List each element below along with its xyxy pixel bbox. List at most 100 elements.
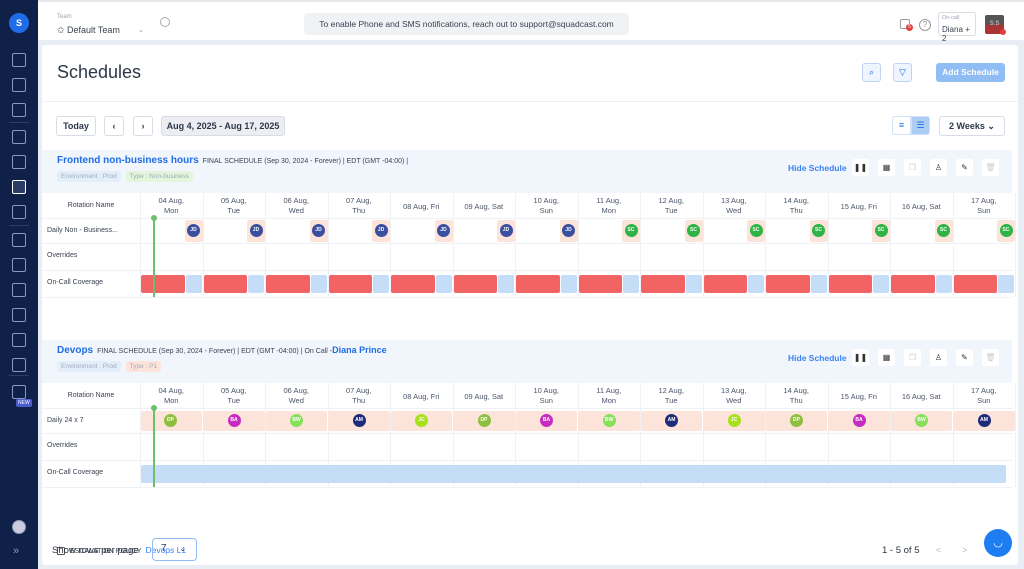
assignee-avatar[interactable]: JC bbox=[415, 414, 428, 427]
assignee-avatar[interactable]: SC bbox=[937, 224, 950, 237]
oncall-widget[interactable]: On-call Diana + 2 bbox=[938, 12, 976, 43]
day-weekday: Tue bbox=[664, 206, 678, 215]
new-badge: NEW bbox=[16, 399, 32, 407]
next-button[interactable]: › bbox=[133, 116, 153, 136]
schedule-title[interactable]: Devops FINAL SCHEDULE (Sep 30, 2024 - For… bbox=[57, 345, 387, 356]
prev-button[interactable]: ‹ bbox=[104, 116, 124, 136]
add-schedule-button[interactable]: Add Schedule bbox=[936, 63, 1005, 82]
assignee-avatar[interactable]: JC bbox=[727, 414, 741, 427]
edit-icon[interactable]: ✎ bbox=[956, 159, 973, 176]
day-date: 16 Aug, Sat bbox=[901, 202, 941, 211]
prev-page-button[interactable]: < bbox=[936, 545, 941, 555]
assignee-avatar[interactable]: AM bbox=[977, 414, 991, 427]
assignee-avatar[interactable]: BW bbox=[290, 414, 303, 427]
assignee-avatar[interactable]: JD bbox=[249, 224, 263, 237]
dashboard-nav-icon[interactable] bbox=[12, 53, 26, 67]
analytics-docs-nav-icon[interactable] bbox=[12, 258, 26, 272]
day-weekday: Sun bbox=[539, 396, 553, 405]
schedule-title[interactable]: Frontend non-business hours FINAL SCHEDUL… bbox=[57, 155, 408, 166]
edit-icon[interactable]: ✎ bbox=[956, 349, 973, 366]
pause-icon[interactable]: ❚❚ bbox=[852, 159, 869, 176]
chevron-down-icon[interactable]: ⌄ bbox=[138, 26, 144, 34]
assignee-avatar[interactable]: SC bbox=[624, 224, 638, 237]
schedule-name[interactable]: Devops bbox=[57, 345, 93, 356]
oncall-user-link[interactable]: Diana Prince bbox=[332, 345, 387, 355]
assignee-avatar[interactable]: JD bbox=[562, 224, 575, 237]
assignee-avatar[interactable]: BA bbox=[227, 414, 241, 427]
search-button[interactable]: ⌕ bbox=[862, 63, 881, 82]
assignee-avatar[interactable]: BA bbox=[852, 414, 866, 427]
assignee-avatar[interactable]: AM bbox=[352, 414, 366, 427]
assignee-avatar[interactable]: JD bbox=[187, 224, 200, 237]
status-pages-nav-icon[interactable] bbox=[12, 155, 26, 169]
expand-sidebar-icon[interactable]: » bbox=[13, 545, 19, 557]
status-page-nav-icon[interactable] bbox=[12, 283, 26, 297]
coverage-gap bbox=[810, 275, 827, 293]
filter-button[interactable]: ▽ bbox=[893, 63, 912, 82]
schedule-header: Frontend non-business hours FINAL SCHEDUL… bbox=[42, 150, 1012, 193]
today-button[interactable]: Today bbox=[56, 116, 96, 136]
calendar-icon[interactable]: ▦ bbox=[878, 349, 895, 366]
help-icon[interactable]: ? bbox=[919, 19, 931, 31]
coverage-oncall bbox=[391, 275, 435, 293]
assignee-avatar[interactable]: SC bbox=[874, 224, 888, 237]
postmortems-nav-icon[interactable] bbox=[12, 130, 26, 144]
assignee-avatar[interactable]: JD bbox=[499, 224, 513, 237]
org-logo[interactable]: S bbox=[9, 13, 29, 33]
assignee-avatar[interactable]: JD bbox=[374, 224, 388, 237]
integrations-nav-icon[interactable] bbox=[12, 333, 26, 347]
day-weekday: Tue bbox=[227, 206, 241, 215]
assignee-avatar[interactable]: SC bbox=[687, 224, 700, 237]
period-select[interactable]: 2 Weeks ⌄ bbox=[939, 116, 1005, 136]
assignee-avatar[interactable]: BW bbox=[602, 414, 616, 427]
calendar-icon[interactable]: ▦ bbox=[878, 159, 895, 176]
day-date: 12 Aug, bbox=[658, 386, 684, 395]
assignee-avatar[interactable]: SC bbox=[749, 224, 763, 237]
assignee-avatar[interactable]: DP bbox=[164, 414, 177, 427]
assignee-avatar[interactable]: SC bbox=[999, 224, 1013, 237]
assignee-avatar[interactable]: JD bbox=[312, 224, 325, 237]
schedule-grid: Rotation Name Daily 24 x 7 Overrides On-Cal… bbox=[42, 383, 1016, 495]
workflow-nav-icon[interactable] bbox=[12, 358, 26, 372]
day-header: 08 Aug, Fri bbox=[390, 202, 453, 212]
day-header: 14 Aug, Thu bbox=[765, 196, 828, 216]
user-icon[interactable]: ♙ bbox=[930, 159, 947, 176]
squadcast-icon[interactable] bbox=[12, 520, 26, 534]
user-icon[interactable]: ♙ bbox=[930, 349, 947, 366]
rows-per-page-select[interactable]: 7 ⌄ bbox=[152, 538, 197, 561]
escalation-policies-nav-icon[interactable] bbox=[12, 205, 26, 219]
hide-schedule-button[interactable]: Hide Schedule bbox=[788, 353, 847, 363]
assignee-avatar[interactable]: BW bbox=[915, 414, 928, 427]
assignee-avatar[interactable]: BA bbox=[540, 414, 553, 427]
services-nav-icon[interactable] bbox=[12, 103, 26, 117]
reports-nav-icon[interactable] bbox=[12, 385, 26, 399]
delete-icon[interactable]: 🗑 bbox=[982, 349, 999, 366]
delete-icon[interactable]: 🗑 bbox=[982, 159, 999, 176]
list-view-toggle[interactable]: ≡ bbox=[892, 116, 911, 135]
search-icon[interactable] bbox=[160, 17, 170, 27]
coverage-label: On-Call Coverage bbox=[47, 279, 104, 286]
hide-schedule-button[interactable]: Hide Schedule bbox=[788, 163, 847, 173]
assignee-avatar[interactable]: DP bbox=[790, 414, 803, 427]
assignee-avatar[interactable]: DP bbox=[477, 414, 491, 427]
assignee-avatar[interactable]: AM bbox=[665, 414, 678, 427]
day-date: 08 Aug, Fri bbox=[403, 202, 440, 211]
pause-icon[interactable]: ❚❚ bbox=[852, 349, 869, 366]
runbooks-nav-icon[interactable] bbox=[12, 233, 26, 247]
copy-icon[interactable]: ❐ bbox=[904, 159, 921, 176]
team-selector[interactable]: ✩ Default Team bbox=[57, 25, 120, 36]
global-settings-nav-icon[interactable] bbox=[12, 308, 26, 322]
schedules-nav-icon[interactable] bbox=[12, 180, 26, 194]
day-date: 09 Aug, Sat bbox=[464, 392, 504, 401]
assignee-avatar[interactable]: SC bbox=[812, 224, 825, 237]
chat-icon[interactable]: ◡ bbox=[984, 529, 1012, 557]
copy-icon[interactable]: ❐ bbox=[904, 349, 921, 366]
incidents-nav-icon[interactable] bbox=[12, 78, 26, 92]
day-weekday: Tue bbox=[664, 396, 678, 405]
date-range[interactable]: Aug 4, 2025 - Aug 17, 2025 bbox=[161, 116, 285, 136]
assignee-avatar[interactable]: JD bbox=[437, 224, 450, 237]
compact-view-toggle[interactable]: ☰ bbox=[911, 116, 930, 135]
schedule-name[interactable]: Frontend non-business hours bbox=[57, 155, 199, 166]
coverage-gap bbox=[141, 465, 1006, 483]
next-page-button[interactable]: > bbox=[962, 545, 967, 555]
